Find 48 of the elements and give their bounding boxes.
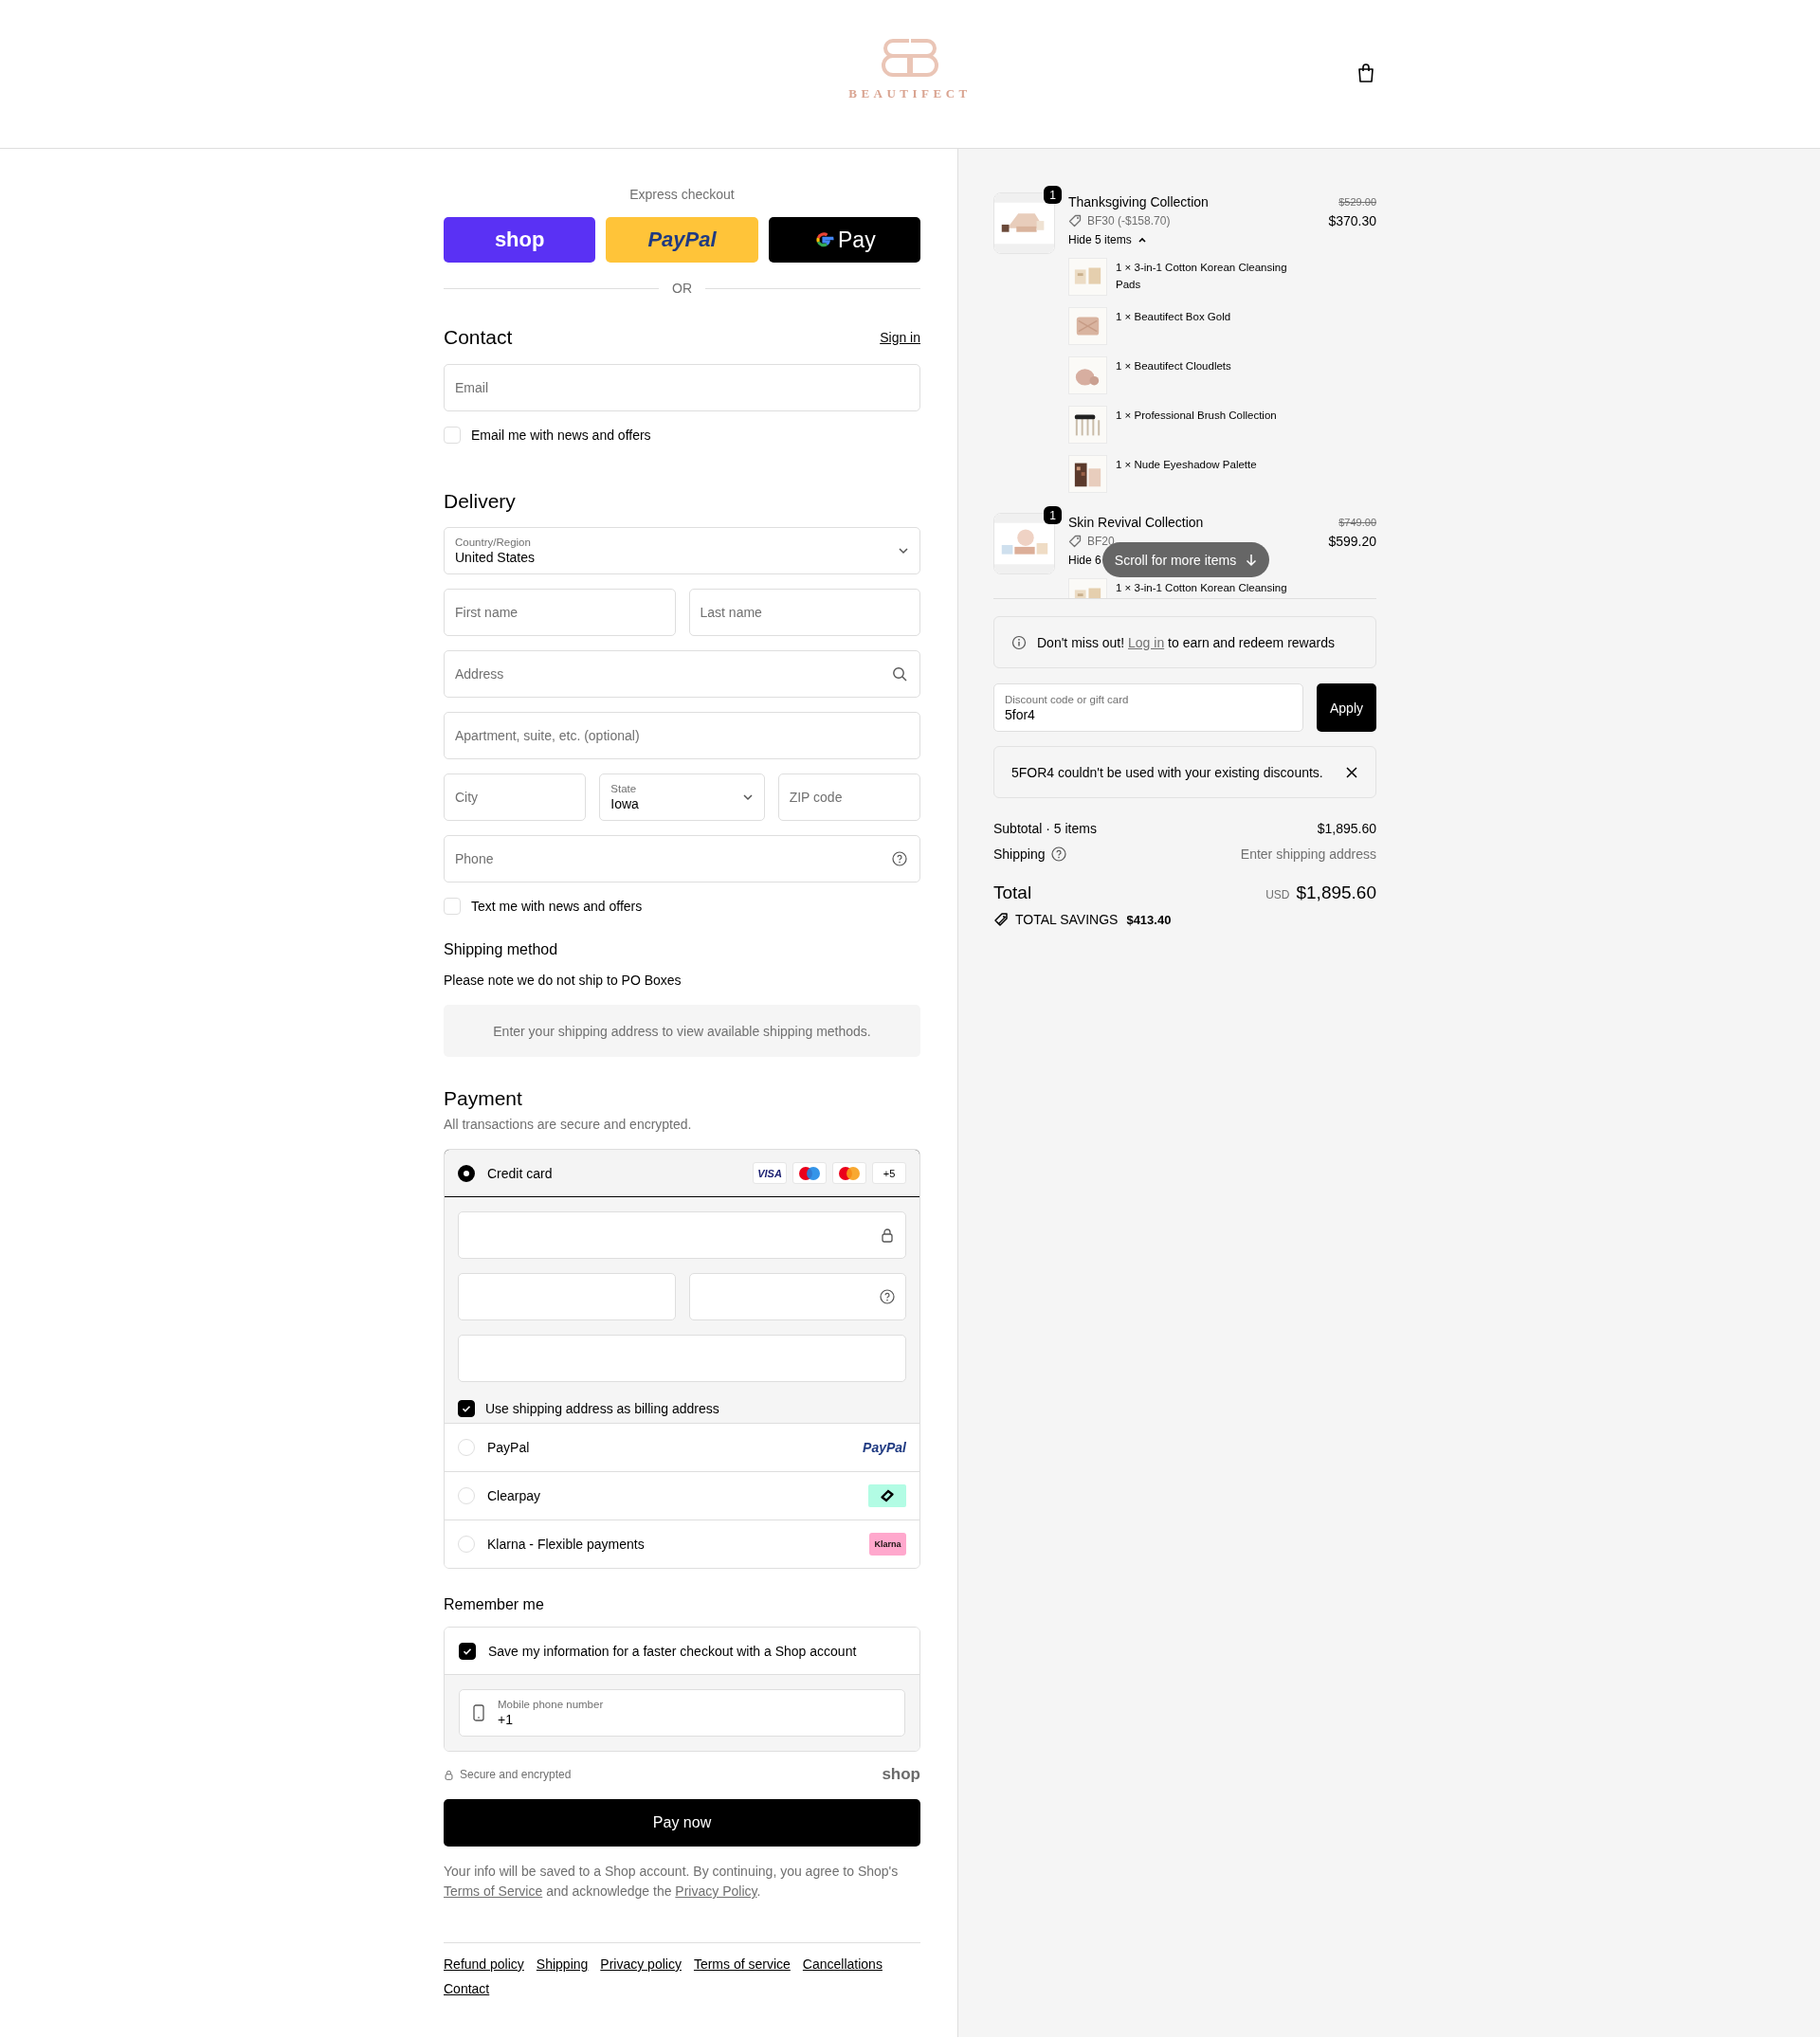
payment-logo: Klarna [869,1533,906,1556]
checkbox-label: Use shipping address as billing address [485,1401,719,1416]
section-title: Payment [444,1086,522,1111]
total-value: $1,895.60 [1296,883,1376,903]
shop-logo: shop [882,1765,920,1784]
savings-value: $413.40 [1126,912,1172,927]
error-message: 5FOR4 couldn't be used with your existing discounts. [1011,764,1323,780]
shipping-methods-message: Enter your shipping address to view available shipping methods. [444,1005,920,1057]
quantity-badge: 1 [1044,186,1062,204]
product-name: Skin Revival Collection [1068,514,1204,532]
bundle-item: 1 × Beautifect Box Gold [1116,310,1232,324]
quantity-badge: 1 [1044,506,1062,524]
divider-text: OR [672,281,692,296]
checkbox-label: Text me with news and offers [471,899,643,914]
bundle-item: 1 × 3-in-1 Cotton Korean Cleansing Pads [1116,261,1288,292]
total-label: Total [993,883,1032,903]
shipping-value: Enter shipping address [1240,846,1376,862]
discount-code: BF30 (-$158.70) [1087,213,1171,229]
logo-text: BEAUTIFECT [848,86,972,101]
secure-note: Secure and encrypted [460,1768,572,1781]
checkbox-label: Email me with news and offers [471,428,651,443]
section-title: Shipping method [444,940,559,959]
shipping-label: Shipping [993,846,1046,862]
subtotal-value: $1,895.60 [1317,821,1376,836]
bundle-item: 1 × 3-in-1 Cotton Korean Cleansing [1116,581,1288,595]
price: $370.30 [1328,212,1376,230]
more-cards-badge: +5 [872,1162,906,1184]
product-name: Thanksgiving Collection [1068,193,1209,211]
shipping-note: Please note we do not ship to PO Boxes [444,972,682,990]
section-title: Remember me [444,1595,545,1614]
card-logo: VISA [753,1162,787,1184]
payment-logo: PayPal [863,1440,906,1455]
checkbox-label: Save my information for a faster checkout with a Shop account [488,1643,857,1659]
savings-label: TOTAL SAVINGS [1015,912,1119,927]
bundle-item: 1 × Beautifect Cloudlets [1116,359,1232,373]
currency-code: USD [1265,888,1290,901]
section-subtitle: All transactions are secure and encrypted. [444,1116,693,1133]
rewards-message: Don't miss out! Log in to earn and redeem rewards [1037,634,1335,650]
section-title: Delivery [444,489,516,514]
section-title: Contact [444,325,513,350]
bundle-item: 1 × Professional Brush Collection [1116,409,1278,423]
original-price: $749.00 [1338,516,1376,530]
bundle-item: 1 × Nude Eyeshadow Palette [1116,458,1258,472]
subtotal-label: Subtotal · 5 items [993,821,1097,836]
disclaimer-text: Your info will be saved to a Shop account. By continuing, you agree to Shop's Terms of Service and acknowledge the Privacy Policy. [444,1863,900,1901]
section-title: Express checkout [629,186,735,203]
price: $599.20 [1328,533,1376,551]
original-price: $529.00 [1338,195,1376,209]
